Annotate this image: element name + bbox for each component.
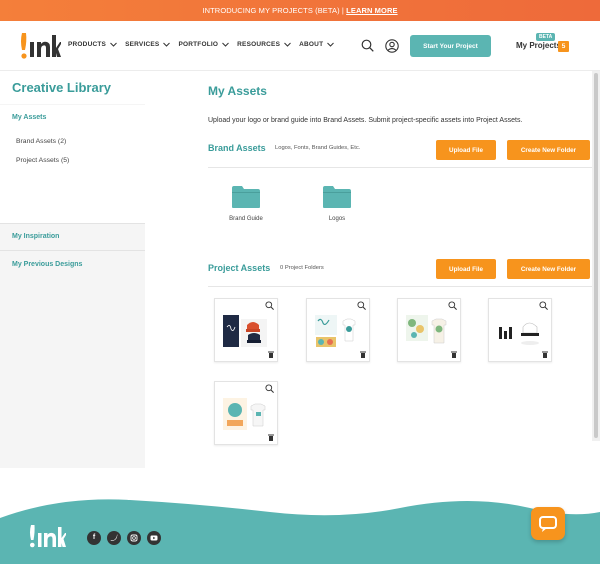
footer-ink-logo[interactable] xyxy=(28,524,66,550)
asset-card[interactable] xyxy=(397,298,461,362)
my-assets-panel xyxy=(0,105,145,223)
chat-bubble-icon xyxy=(539,516,557,532)
promo-banner: INTRODUCING MY PROJECTS (BETA) | LEARN M… xyxy=(0,0,600,21)
project-count-badge: 5 xyxy=(558,41,569,52)
trash-icon[interactable] xyxy=(542,351,548,358)
trash-icon[interactable] xyxy=(268,434,274,441)
trash-icon[interactable] xyxy=(268,351,274,358)
chevron-down-icon xyxy=(163,42,171,47)
asset-thumbnail xyxy=(223,398,266,430)
asset-card[interactable] xyxy=(488,298,552,362)
scrollbar-thumb[interactable] xyxy=(594,73,598,438)
project-assets-title: Project Assets xyxy=(208,263,271,273)
footer-wave xyxy=(0,499,600,564)
menu-label: PRODUCTS xyxy=(68,41,107,48)
chevron-down-icon xyxy=(327,42,335,47)
asset-thumbnail xyxy=(499,322,539,345)
folder-label: Brand Guide xyxy=(229,216,263,222)
facebook-icon[interactable]: f xyxy=(87,531,101,545)
trash-icon[interactable] xyxy=(451,351,457,358)
brand-assets-title: Brand Assets xyxy=(208,143,266,153)
menu-services[interactable]: SERVICES xyxy=(125,41,171,48)
project-create-folder-button[interactable]: Create New Folder xyxy=(507,259,590,279)
youtube-icon[interactable] xyxy=(147,531,161,545)
menu-label: ABOUT xyxy=(299,41,324,48)
project-upload-button[interactable]: Upload File xyxy=(436,259,496,279)
menu-label: PORTFOLIO xyxy=(178,41,219,48)
project-assets-note: 0 Project Folders xyxy=(280,265,324,271)
asset-card[interactable] xyxy=(306,298,370,362)
folder-icon xyxy=(323,186,351,208)
folder-label: Logos xyxy=(328,216,346,222)
instagram-icon[interactable] xyxy=(127,531,141,545)
chat-button[interactable] xyxy=(531,507,565,540)
folder-brand-guide[interactable]: Brand Guide xyxy=(226,185,266,224)
asset-card[interactable] xyxy=(214,298,278,362)
folder-icon xyxy=(232,186,260,208)
intro-text: Upload your logo or brand guide into Bra… xyxy=(208,117,523,124)
ink-logo[interactable] xyxy=(19,31,61,61)
twitter-icon[interactable] xyxy=(107,531,121,545)
menu-portfolio[interactable]: PORTFOLIO xyxy=(178,41,230,48)
menu-label: RESOURCES xyxy=(237,41,281,48)
menu-label: SERVICES xyxy=(125,41,160,48)
asset-card[interactable] xyxy=(214,381,278,445)
divider xyxy=(0,223,145,224)
folder-logos[interactable]: Logos xyxy=(317,185,357,224)
trash-icon[interactable] xyxy=(360,351,366,358)
sidebar: Creative Library My Assets Brand Assets … xyxy=(0,71,145,468)
sidebar-item-my-inspiration[interactable]: My Inspiration xyxy=(12,233,59,240)
asset-thumbnail xyxy=(223,315,267,347)
menu-about[interactable]: ABOUT xyxy=(299,41,335,48)
sidebar-header: Creative Library xyxy=(0,71,145,104)
search-icon[interactable] xyxy=(361,39,374,52)
page-title: My Assets xyxy=(208,84,267,98)
sidebar-item-brand-assets[interactable]: Brand Assets (2) xyxy=(16,138,66,145)
sidebar-title: Creative Library xyxy=(12,80,111,95)
chevron-down-icon xyxy=(284,42,291,47)
brand-assets-note: Logos, Fonts, Brand Guides, Etc. xyxy=(275,145,361,151)
user-account-icon[interactable] xyxy=(385,39,399,53)
asset-thumbnail xyxy=(406,315,447,344)
learn-more-link[interactable]: LEARN MORE xyxy=(346,6,397,15)
divider xyxy=(208,167,600,168)
top-nav: PRODUCTS SERVICES PORTFOLIO RESOURCES AB… xyxy=(0,21,600,71)
main-menu: PRODUCTS SERVICES PORTFOLIO RESOURCES AB… xyxy=(68,41,335,48)
promo-text: INTRODUCING MY PROJECTS (BETA) | xyxy=(202,6,347,15)
sidebar-item-previous-designs[interactable]: My Previous Designs xyxy=(12,261,82,268)
menu-resources[interactable]: RESOURCES xyxy=(237,41,291,48)
sidebar-item-project-assets[interactable]: Project Assets (5) xyxy=(16,157,69,164)
beta-badge: BETA xyxy=(536,33,556,41)
brand-upload-button[interactable]: Upload File xyxy=(436,140,496,160)
divider xyxy=(208,286,600,287)
my-projects-link[interactable]: My Projects xyxy=(516,41,561,50)
chevron-down-icon xyxy=(222,42,230,47)
chevron-down-icon xyxy=(110,42,117,47)
asset-thumbnail xyxy=(315,315,356,347)
sidebar-item-my-assets[interactable]: My Assets xyxy=(12,114,46,121)
start-project-button[interactable]: Start Your Project xyxy=(410,35,491,57)
menu-products[interactable]: PRODUCTS xyxy=(68,41,117,48)
brand-create-folder-button[interactable]: Create New Folder xyxy=(507,140,590,160)
divider xyxy=(0,250,145,251)
